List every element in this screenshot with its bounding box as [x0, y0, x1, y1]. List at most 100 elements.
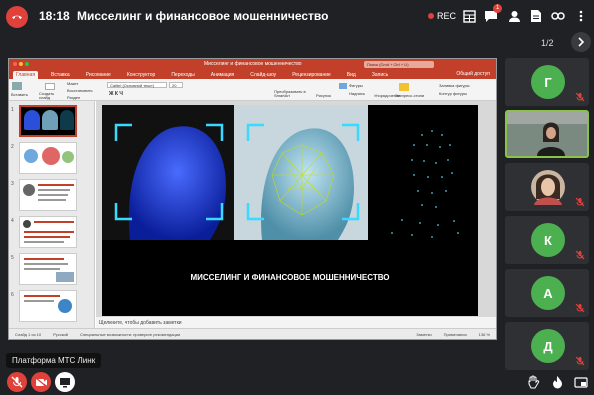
pip-icon: [574, 376, 588, 388]
slide-thumbnail-6[interactable]: [19, 290, 77, 322]
layout-button[interactable]: [461, 8, 477, 24]
participant-tile[interactable]: А: [505, 269, 589, 317]
meeting-title: Миссeлинг и финансовое мошенничество: [77, 9, 329, 23]
tab-draw[interactable]: Рисование: [83, 71, 114, 79]
mic-off-icon: [11, 376, 23, 388]
current-slide[interactable]: МИССЕЛИНГ И ФИНАНСОВОЕ МОШЕННИЧЕСТВО: [102, 105, 478, 316]
ppt-ribbon-tabs: Главная Вставка Рисование Конструктор Пе…: [9, 70, 496, 79]
mic-off-icon: [575, 92, 585, 102]
participant-tile[interactable]: Д: [505, 322, 589, 370]
smartart-button[interactable]: Преобразовать в SmartArt: [274, 90, 310, 98]
chevron-right-icon: [578, 37, 585, 47]
hangup-button[interactable]: [6, 6, 28, 28]
slide-thumbnail-5[interactable]: [19, 253, 77, 285]
section-menu[interactable]: Раздел: [67, 95, 80, 100]
font-size-select[interactable]: 20: [169, 82, 183, 88]
slide-thumbnail-2[interactable]: [19, 142, 77, 174]
avatar: А: [531, 276, 565, 310]
picture-in-picture-button[interactable]: [571, 372, 591, 392]
quick-styles-icon: [399, 83, 409, 91]
slide-thumbnail-1[interactable]: [19, 105, 77, 137]
avatar: Д: [531, 329, 565, 363]
window-controls[interactable]: [13, 61, 31, 68]
font-select[interactable]: Calibri (Основной текст): [107, 82, 167, 88]
raise-hand-button[interactable]: [523, 372, 543, 392]
files-button[interactable]: [528, 8, 544, 24]
participant-video: [507, 112, 587, 156]
tab-insert[interactable]: Вставка: [48, 71, 73, 79]
slide-counter: Слайд 1 из 10: [15, 331, 42, 337]
ppt-share-button[interactable]: Общий доступ: [456, 71, 490, 77]
notes-toggle[interactable]: Заметки: [416, 332, 431, 337]
tab-animation[interactable]: Анимация: [208, 71, 237, 79]
participant-tile-active[interactable]: [505, 110, 589, 158]
thumb-number: 1: [11, 107, 14, 113]
ppt-ribbon-body: Вставить Создать слайд Макет Восстановит…: [9, 79, 496, 101]
layout-menu[interactable]: Макет: [67, 81, 78, 86]
more-menu-button[interactable]: [573, 8, 589, 24]
mic-off-icon: [575, 303, 585, 313]
page-indicator: 1/2: [541, 38, 554, 48]
flame-icon: [552, 376, 562, 389]
person-icon: [508, 10, 520, 22]
participant-tile[interactable]: Г: [505, 58, 589, 106]
reactions-button[interactable]: [547, 372, 567, 392]
accessibility-status[interactable]: Специальные возможности: проверьте реком…: [80, 332, 180, 337]
slide-thumbnail-4[interactable]: [19, 216, 77, 248]
call-time: 18:18: [39, 9, 70, 23]
phone-hangup-icon: [12, 15, 22, 19]
language-indicator[interactable]: Русский: [53, 332, 68, 337]
ppt-document-title: Миссeлинг и финансовое мошенничество: [204, 61, 302, 67]
zoom-level[interactable]: 136 %: [479, 332, 490, 337]
camera-toggle-button[interactable]: [31, 372, 51, 392]
tab-record[interactable]: Запись: [369, 71, 391, 79]
thumb-number: 3: [11, 181, 14, 187]
ppt-search-input[interactable]: Поиск (Cmd + Ctrl + U): [364, 61, 434, 68]
next-page-button[interactable]: [571, 32, 591, 52]
screen-share-button[interactable]: [55, 372, 75, 392]
reset-button[interactable]: Восстановить: [67, 88, 93, 93]
tab-design[interactable]: Конструктор: [124, 71, 159, 79]
shapes-icon: [339, 83, 347, 89]
paste-button[interactable]: Вставить: [11, 92, 28, 97]
textbox-button[interactable]: Надпись: [349, 91, 365, 96]
tab-transitions[interactable]: Переходы: [168, 71, 197, 79]
record-dot-icon: [428, 13, 434, 19]
slide-editor: МИССЕЛИНГ И ФИНАНСОВОЕ МОШЕННИЧЕСТВО Щел…: [96, 101, 496, 330]
comments-toggle[interactable]: Примечания: [444, 332, 467, 337]
tab-view[interactable]: Вид: [344, 71, 359, 79]
thumb-number: 6: [11, 292, 14, 298]
paste-icon: [12, 82, 22, 90]
screen-share-icon: [60, 377, 70, 387]
face-recognition-image: [102, 105, 478, 240]
tab-review[interactable]: Рецензирование: [289, 71, 334, 79]
mic-off-icon: [575, 197, 585, 207]
new-slide-icon: [45, 83, 55, 90]
more-vertical-icon: [579, 10, 583, 22]
shape-outline-button[interactable]: Контур фигуры: [439, 91, 467, 96]
slide-title[interactable]: МИССЕЛИНГ И ФИНАНСОВОЕ МОШЕННИЧЕСТВО: [102, 273, 478, 282]
slide-thumbnail-3[interactable]: [19, 179, 77, 211]
document-icon: [531, 10, 541, 22]
chat-badge: 1: [493, 4, 503, 13]
participant-tile[interactable]: К: [505, 216, 589, 264]
link-icon: [551, 12, 565, 20]
copy-link-button[interactable]: [550, 8, 566, 24]
recording-indicator[interactable]: REC: [428, 11, 456, 21]
thumb-number: 2: [11, 144, 14, 150]
shape-fill-button[interactable]: Заливка фигуры: [439, 83, 470, 88]
new-slide-button[interactable]: Создать слайд: [39, 92, 65, 100]
participant-tile[interactable]: [505, 163, 589, 211]
quick-styles-button[interactable]: Экспресс-стили: [395, 93, 424, 98]
picture-button[interactable]: Рисунок: [316, 93, 331, 98]
platform-label: Платформа МТС Линк: [6, 353, 102, 368]
tab-home[interactable]: Главная: [13, 71, 39, 79]
chat-button[interactable]: 1: [483, 4, 503, 24]
microphone-toggle-button[interactable]: [7, 372, 27, 392]
tab-slideshow[interactable]: Слайд-шоу: [247, 71, 279, 79]
participants-button[interactable]: [506, 8, 522, 24]
shapes-button[interactable]: Фигуры: [349, 83, 363, 88]
avatar: Г: [531, 65, 565, 99]
mic-off-icon: [575, 250, 585, 260]
format-buttons[interactable]: Ж К Ч: [109, 91, 123, 97]
